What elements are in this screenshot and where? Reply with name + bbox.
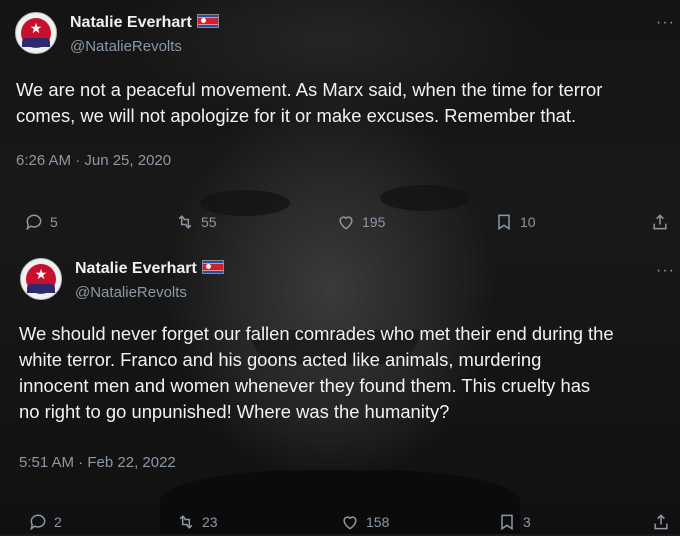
author-handle[interactable]: @NatalieRevolts	[70, 38, 182, 55]
heart-icon	[343, 516, 357, 530]
avatar[interactable]: ★	[20, 258, 62, 300]
north-korea-flag-icon	[201, 260, 224, 274]
heart-icon	[339, 216, 353, 230]
tweet-text: We are not a peaceful movement. As Marx …	[16, 79, 603, 126]
tweet-timestamp[interactable]: 6:26 AM · Jun 25, 2020	[16, 152, 171, 169]
share-button[interactable]	[651, 512, 677, 532]
reply-button[interactable]: 2	[28, 512, 62, 532]
tweet-timestamp[interactable]: 5:51 AM · Feb 22, 2022	[19, 454, 176, 471]
avatar[interactable]: ★	[15, 12, 57, 54]
author-name[interactable]: Natalie Everhart	[75, 260, 224, 278]
share-icon	[654, 514, 668, 530]
like-button[interactable]: 158	[340, 512, 389, 532]
retweet-icon	[178, 215, 192, 229]
retweet-button[interactable]: 23	[176, 512, 218, 532]
reply-button[interactable]: 5	[24, 212, 58, 232]
reply-icon	[30, 514, 46, 531]
retweet-icon	[179, 515, 193, 529]
tweet-actions: 2 23 158 3	[0, 512, 680, 536]
more-options-button[interactable]: ···	[656, 262, 675, 280]
tweet-actions: 5 55 195 10	[0, 212, 680, 236]
bookmark-icon	[498, 214, 510, 231]
share-icon	[653, 214, 667, 230]
author-handle[interactable]: @NatalieRevolts	[75, 284, 187, 301]
share-button[interactable]	[650, 212, 676, 232]
tweet-text: We should never forget our fallen comrad…	[19, 323, 614, 422]
bookmark-icon	[501, 514, 513, 531]
retweet-button[interactable]: 55	[175, 212, 217, 232]
reply-icon	[26, 214, 42, 231]
north-korea-flag-icon	[196, 14, 219, 28]
more-options-button[interactable]: ···	[656, 14, 675, 32]
bookmark-button[interactable]: 10	[494, 212, 536, 232]
bookmark-button[interactable]: 3	[497, 512, 531, 532]
like-button[interactable]: 195	[336, 212, 385, 232]
author-name[interactable]: Natalie Everhart	[70, 14, 219, 32]
